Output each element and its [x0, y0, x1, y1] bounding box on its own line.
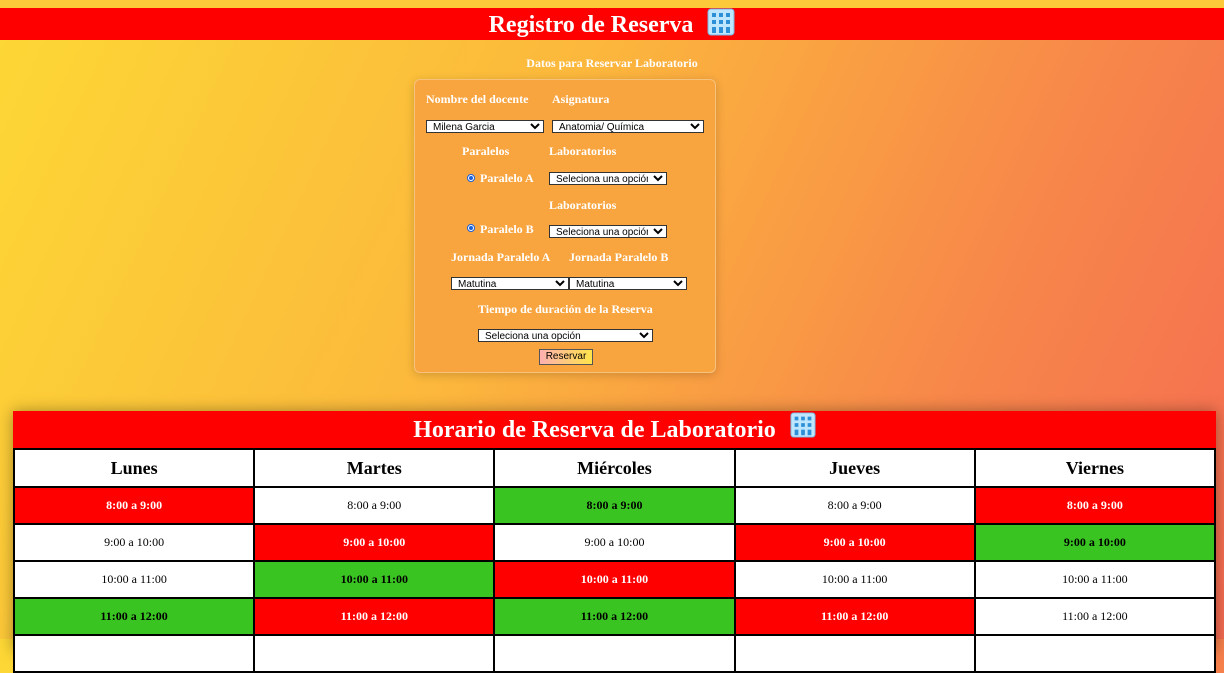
- tiempo-label: Tiempo de duración de la Reserva: [478, 302, 653, 316]
- time-slot-cell[interactable]: 9:00 a 10:00: [12, 523, 256, 562]
- office-building-icon: [790, 412, 816, 450]
- page-title: Registro de Reserva: [488, 12, 694, 39]
- docente-label: Nombre del docente: [426, 92, 529, 106]
- time-slot-cell[interactable]: 11:00 a 12:00: [253, 597, 496, 636]
- day-header: Viernes: [973, 448, 1217, 488]
- reservation-form: Nombre del docente Asignatura Milena Gar…: [414, 79, 716, 373]
- time-slot-cell[interactable]: [973, 634, 1217, 673]
- time-slot-cell[interactable]: 8:00 a 9:00: [253, 486, 496, 525]
- time-slot-cell[interactable]: 11:00 a 12:00: [493, 597, 736, 636]
- time-slot-cell[interactable]: 9:00 a 10:00: [973, 523, 1217, 562]
- day-header: Jueves: [733, 448, 976, 488]
- lab-a-select[interactable]: Seleciona una opción: [549, 172, 667, 185]
- jornada-b-label: Jornada Paralelo B: [569, 250, 669, 264]
- day-header: Martes: [253, 448, 496, 488]
- reservar-button[interactable]: Reservar: [539, 349, 593, 365]
- time-slot-cell[interactable]: 8:00 a 9:00: [733, 486, 976, 525]
- schedule-panel: Horario de Reserva de Laboratorio Lunes …: [12, 411, 1217, 673]
- paralelo-a-label: Paralelo A: [480, 171, 534, 185]
- jornada-a-select[interactable]: Matutina: [451, 277, 569, 290]
- paralelos-label: Paralelos: [462, 144, 510, 158]
- time-slot-cell[interactable]: 10:00 a 11:00: [733, 560, 976, 599]
- time-slot-cell[interactable]: 10:00 a 11:00: [12, 560, 256, 599]
- docente-select[interactable]: Milena Garcia: [426, 120, 544, 133]
- time-slot-cell[interactable]: [12, 634, 256, 673]
- time-slot-cell[interactable]: 10:00 a 11:00: [493, 560, 736, 599]
- time-slot-cell[interactable]: 10:00 a 11:00: [253, 560, 496, 599]
- lab-b-select[interactable]: Seleciona una opción: [549, 225, 667, 238]
- time-slot-cell[interactable]: [493, 634, 736, 673]
- schedule-title: Horario de Reserva de Laboratorio: [413, 417, 776, 443]
- asignatura-label: Asignatura: [552, 92, 610, 106]
- schedule-table: Lunes Martes Miércoles Jueves Viernes 8:…: [12, 448, 1217, 673]
- day-header: Lunes: [12, 448, 256, 488]
- time-slot-cell[interactable]: 9:00 a 10:00: [733, 523, 976, 562]
- form-heading: Datos para Reservar Laboratorio: [526, 56, 698, 70]
- paralelo-b-radio[interactable]: [467, 224, 475, 232]
- time-slot-cell[interactable]: [253, 634, 496, 673]
- time-slot-cell[interactable]: 11:00 a 12:00: [12, 597, 256, 636]
- table-row: 10:00 a 11:00 10:00 a 11:00 10:00 a 11:0…: [12, 560, 1217, 599]
- table-row: 9:00 a 10:00 9:00 a 10:00 9:00 a 10:00 9…: [12, 523, 1217, 562]
- page-header: Registro de Reserva: [0, 8, 1224, 40]
- top-strip: [0, 0, 1224, 8]
- table-row: 11:00 a 12:00 11:00 a 12:00 11:00 a 12:0…: [12, 597, 1217, 636]
- paralelo-b-label: Paralelo B: [480, 222, 534, 236]
- time-slot-cell[interactable]: 10:00 a 11:00: [973, 560, 1217, 599]
- time-slot-cell[interactable]: 11:00 a 12:00: [973, 597, 1217, 636]
- time-slot-cell[interactable]: 8:00 a 9:00: [12, 486, 256, 525]
- time-slot-cell[interactable]: 8:00 a 9:00: [973, 486, 1217, 525]
- time-slot-cell[interactable]: 9:00 a 10:00: [253, 523, 496, 562]
- table-row: [12, 634, 1217, 673]
- time-slot-cell[interactable]: 8:00 a 9:00: [493, 486, 736, 525]
- tiempo-select[interactable]: Seleciona una opción: [478, 329, 653, 342]
- laboratorios-label-2: Laboratorios: [549, 198, 617, 212]
- table-row: 8:00 a 9:00 8:00 a 9:00 8:00 a 9:00 8:00…: [12, 486, 1217, 525]
- schedule-title-bar: Horario de Reserva de Laboratorio: [13, 411, 1216, 448]
- laboratorios-label: Laboratorios: [549, 144, 617, 158]
- time-slot-cell[interactable]: 11:00 a 12:00: [733, 597, 976, 636]
- asignatura-select[interactable]: Anatomia/ Química: [552, 120, 704, 133]
- jornada-a-label: Jornada Paralelo A: [451, 250, 551, 264]
- schedule-header-row: Lunes Martes Miércoles Jueves Viernes: [12, 448, 1217, 488]
- time-slot-cell[interactable]: [733, 634, 976, 673]
- paralelo-a-radio[interactable]: [467, 174, 475, 182]
- jornada-b-select[interactable]: Matutina: [569, 277, 687, 290]
- day-header: Miércoles: [493, 448, 736, 488]
- time-slot-cell[interactable]: 9:00 a 10:00: [493, 523, 736, 562]
- office-building-icon: [707, 8, 735, 45]
